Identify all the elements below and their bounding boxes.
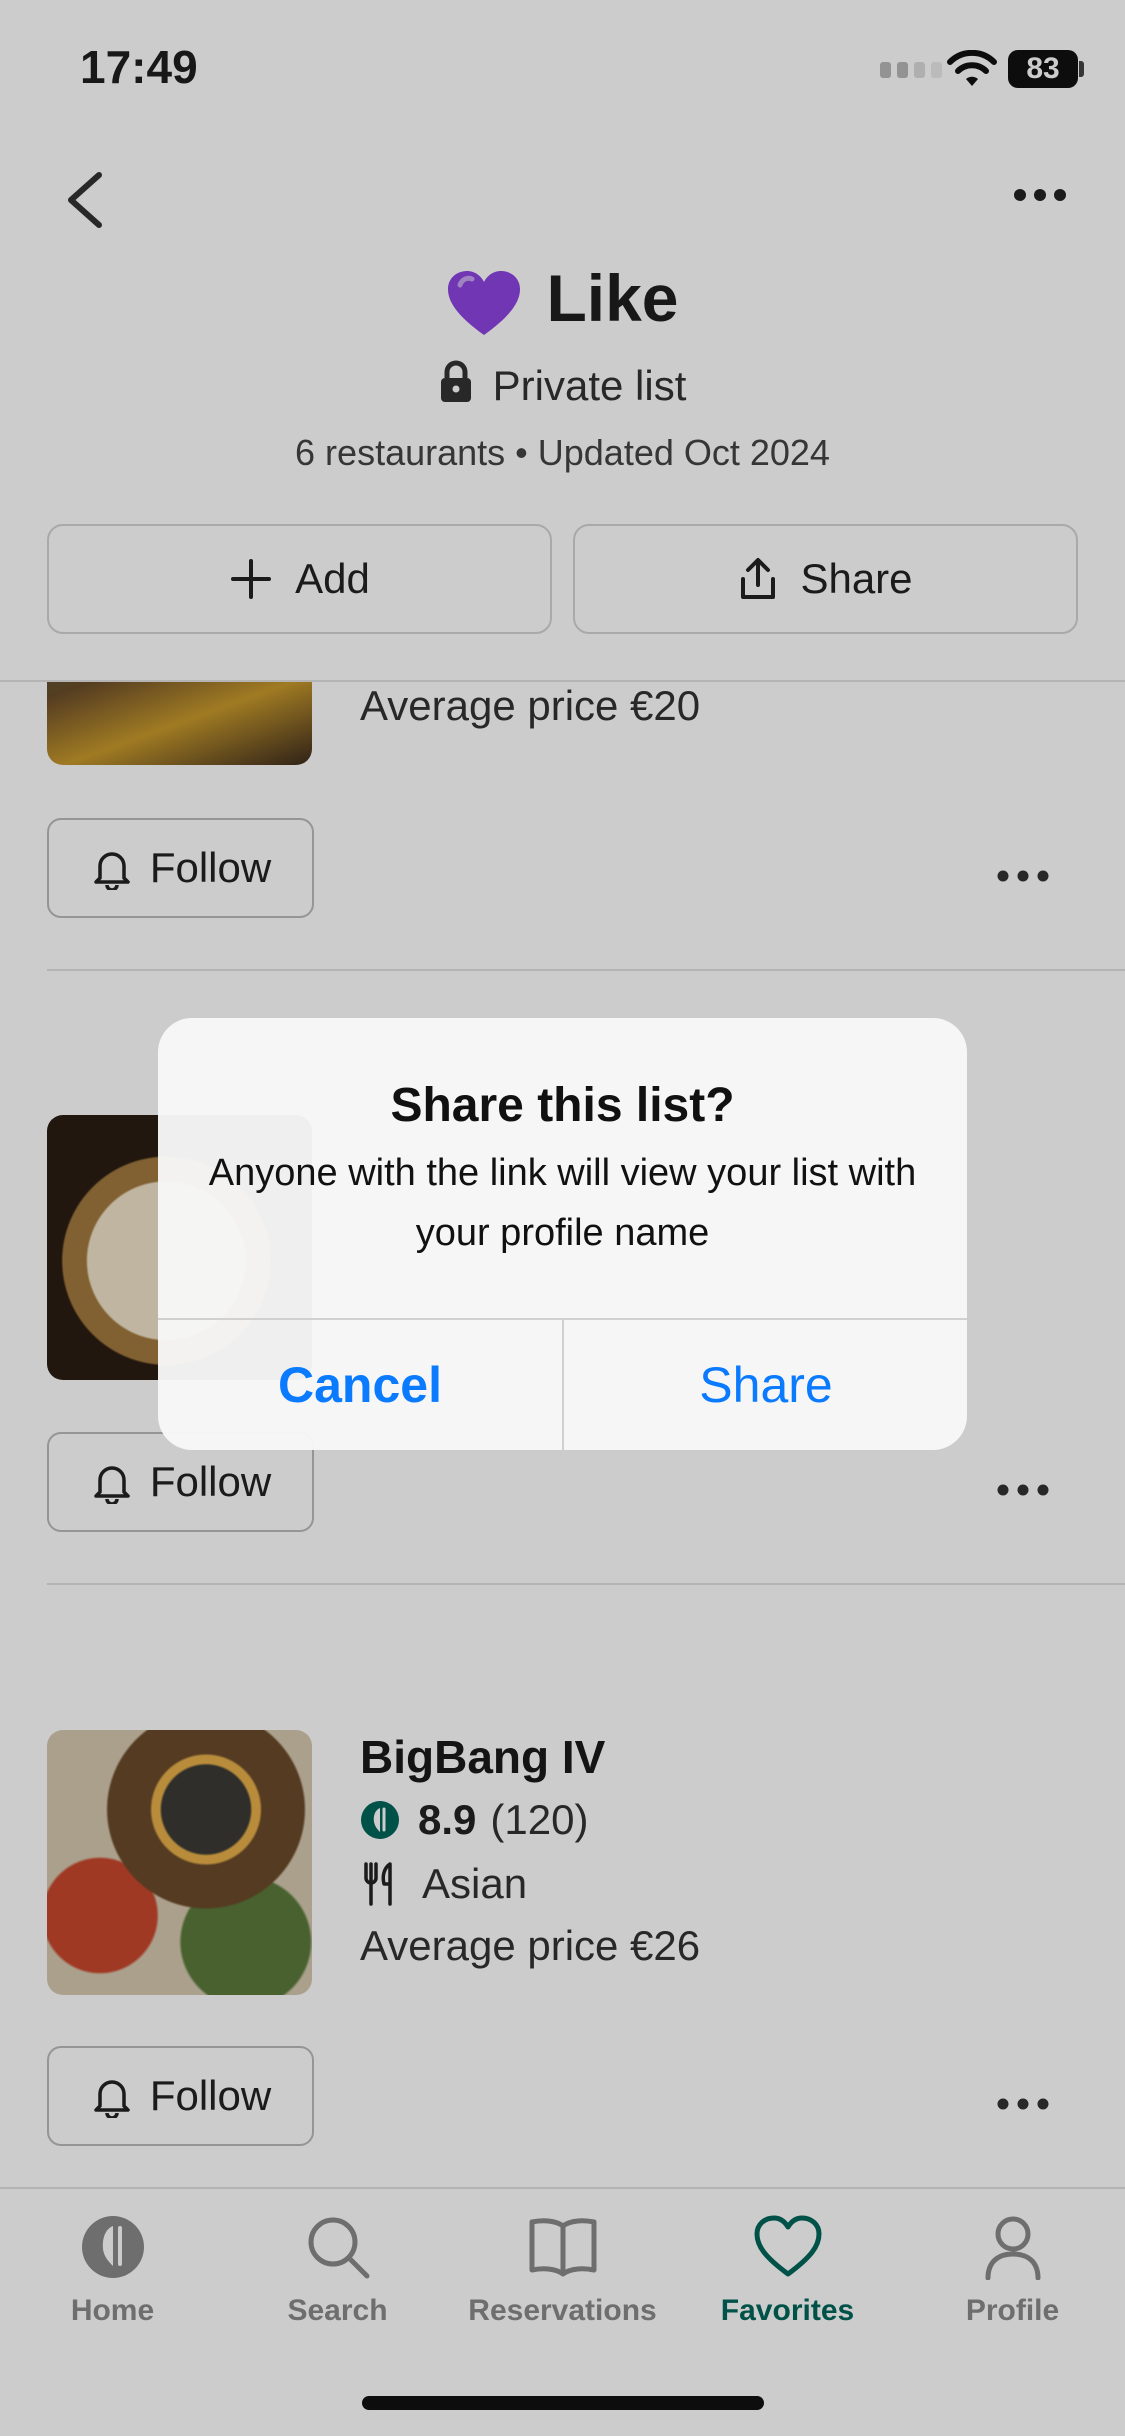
confirm-share-button[interactable]: Share [564,1320,967,1450]
dialog-title: Share this list? [390,1079,735,1132]
cancel-button[interactable]: Cancel [158,1320,562,1450]
dialog-message: Anyone with the link will view your list… [208,1152,917,1254]
share-alert-dialog: Share this list? Anyone with the link wi… [158,1018,967,1450]
